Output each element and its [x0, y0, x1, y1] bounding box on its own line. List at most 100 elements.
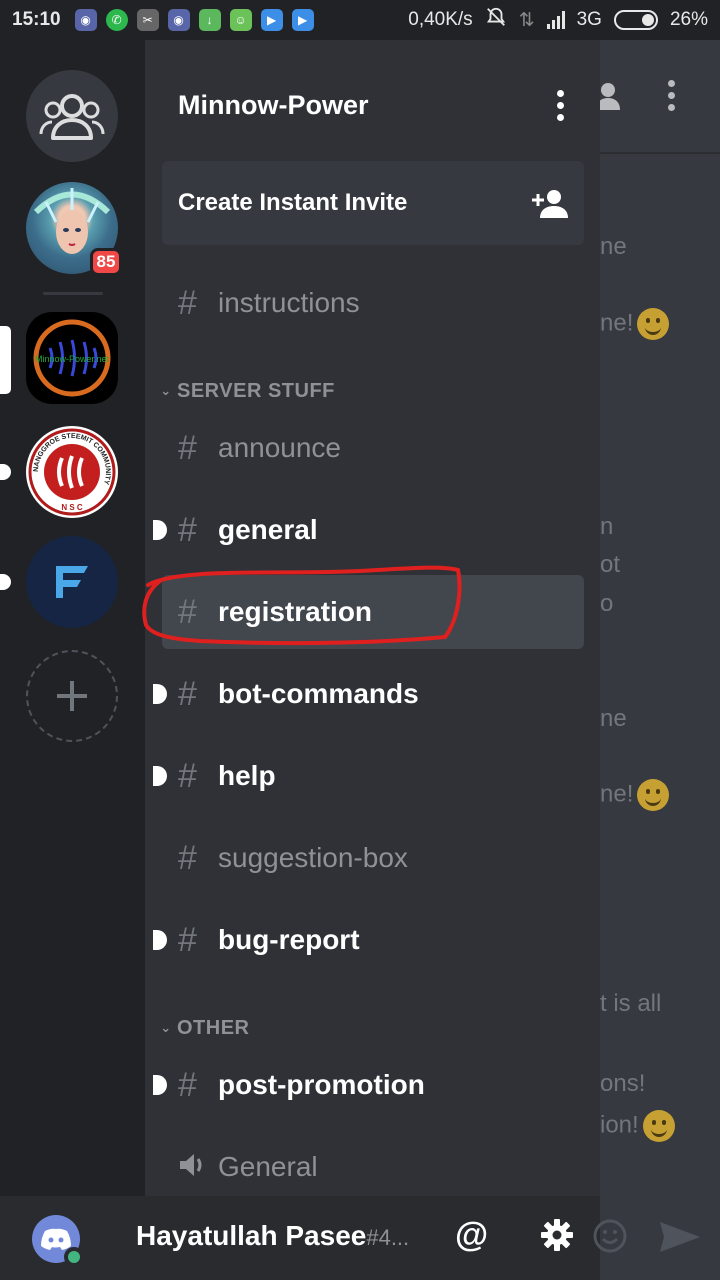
server-list: 85 Minnow-Power.net NANGGROE STEEMIT COM… — [0, 40, 145, 1196]
channel-name: General — [218, 1151, 318, 1182]
user-discriminator: #4... — [366, 1225, 410, 1250]
channel-help[interactable]: # help — [153, 739, 584, 813]
speaker-icon — [178, 1148, 218, 1187]
channel-name: registration — [218, 596, 373, 627]
status-time: 15:10 — [12, 9, 61, 30]
whatsapp-notification-icon: ✆ — [105, 9, 128, 31]
unread-indicator — [153, 520, 167, 540]
direct-messages-button[interactable] — [26, 70, 118, 162]
user-panel: Hayatullah Pasee#4... @ — [0, 1196, 720, 1280]
chat-header — [600, 40, 720, 154]
server-divider — [43, 292, 103, 295]
settings-button[interactable] — [540, 1218, 574, 1257]
unread-indicator — [153, 684, 167, 704]
channel-name: suggestion-box — [218, 842, 408, 873]
bell-muted-icon — [485, 6, 507, 34]
category-label: OTHER — [177, 1016, 250, 1039]
chat-fragment: ne! — [600, 308, 670, 340]
chevron-down-icon: ⌄ — [160, 383, 172, 398]
channel-name: general — [218, 514, 318, 545]
chat-fragment: ne — [600, 705, 627, 732]
minnow-power-logo: Minnow-Power.net — [33, 319, 111, 397]
voice-channel-general[interactable]: General — [162, 1130, 584, 1196]
network-type: 3G — [576, 9, 602, 30]
channel-bug-report[interactable]: # bug-report — [153, 903, 584, 977]
gear-icon — [541, 1219, 573, 1251]
channel-name: instructions — [218, 287, 360, 318]
battery-icon — [613, 10, 658, 30]
svg-text:N S C: N S C — [61, 503, 83, 512]
chevron-down-icon: ⌄ — [160, 1020, 172, 1035]
unread-indicator — [153, 930, 167, 950]
create-invite-button[interactable]: Create Instant Invite — [162, 161, 584, 245]
android-notification-icon: ☺ — [229, 9, 252, 31]
chat-input-peek — [593, 1196, 720, 1280]
online-status-indicator — [64, 1247, 84, 1267]
unread-server-indicator — [0, 464, 11, 480]
chat-fragment: ion! — [600, 1110, 675, 1142]
server-menu-icon[interactable] — [550, 89, 570, 121]
server-icon-minnow-power[interactable]: Minnow-Power.net — [26, 312, 118, 404]
channel-name: bot-commands — [218, 678, 419, 709]
server-icon-nsc[interactable]: NANGGROE STEEMIT COMMUNITY N S C — [26, 426, 118, 518]
chat-peek: ne ne! n ot o ne ne! t is all ons! ion! — [600, 40, 720, 1196]
server-icon-f[interactable] — [26, 536, 118, 628]
signal-icon — [546, 11, 565, 29]
channel-general[interactable]: # general — [153, 493, 584, 567]
play-store-notification-icon: ▶ — [291, 9, 314, 31]
play-store-notification-icon: ▶ — [260, 9, 283, 31]
app-notification-icon: ✂ — [136, 9, 159, 31]
category-other[interactable]: ⌄ OTHER — [155, 1013, 250, 1043]
username[interactable]: Hayatullah Pasee#4... — [136, 1220, 409, 1252]
category-server-stuff[interactable]: ⌄ SERVER STUFF — [155, 376, 335, 406]
status-bar: 15:10 ◉ ✆ ✂ ◉ ↓ ☺ ▶ ▶ 0,40K/s ⇅ 3G 26% — [0, 0, 720, 40]
svg-text:Minnow-Power.net: Minnow-Power.net — [35, 354, 110, 364]
chat-fragment: o — [600, 590, 614, 617]
chat-fragment: t is all — [600, 990, 662, 1017]
channel-registration[interactable]: # registration — [162, 575, 584, 649]
channel-announce[interactable]: # announce — [162, 411, 584, 485]
channel-suggestion-box[interactable]: # suggestion-box — [162, 821, 584, 895]
create-invite-label: Create Instant Invite — [178, 189, 408, 216]
username-text: Hayatullah Pasee — [136, 1220, 367, 1251]
category-label: SERVER STUFF — [177, 379, 335, 402]
smile-emoji-icon — [637, 779, 670, 811]
hash-icon: # — [178, 756, 197, 795]
plus-icon — [57, 681, 87, 711]
mentions-button[interactable]: @ — [455, 1216, 488, 1255]
members-icon[interactable] — [600, 80, 628, 112]
unread-indicator — [153, 1075, 167, 1095]
add-server-button[interactable] — [26, 650, 118, 742]
server-header[interactable]: Minnow-Power — [178, 70, 570, 140]
unread-server-indicator — [0, 574, 11, 590]
discord-notification-icon: ◉ — [167, 9, 190, 31]
smile-emoji-icon — [642, 1110, 675, 1142]
chat-fragment: ons! — [600, 1070, 646, 1097]
unread-badge: 85 — [90, 248, 122, 276]
discord-notification-icon: ◉ — [74, 9, 97, 31]
channel-name: post-promotion — [218, 1069, 425, 1100]
hash-icon: # — [178, 838, 197, 877]
channel-bot-commands[interactable]: # bot-commands — [153, 657, 584, 731]
overflow-menu-icon[interactable] — [668, 80, 675, 111]
network-speed: 0,40K/s — [408, 9, 473, 30]
chat-fragment: ne — [600, 233, 627, 260]
add-person-icon — [532, 190, 568, 218]
hash-icon: # — [178, 428, 197, 467]
server-name: Minnow-Power — [178, 89, 369, 120]
send-icon[interactable] — [658, 1220, 702, 1254]
hash-icon: # — [178, 510, 197, 549]
hash-icon: # — [178, 674, 197, 713]
battery-percent: 26% — [669, 9, 708, 30]
chat-fragment: n — [600, 513, 614, 540]
channel-name: help — [218, 760, 276, 791]
f-logo-icon — [56, 566, 88, 598]
channel-post-promotion[interactable]: # post-promotion — [153, 1048, 584, 1122]
channel-instructions[interactable]: # instructions — [162, 266, 584, 340]
hash-icon: # — [178, 920, 197, 959]
download-notification-icon: ↓ — [198, 9, 221, 31]
channel-name: announce — [218, 432, 342, 463]
emoji-picker-icon[interactable] — [592, 1218, 628, 1254]
unread-indicator — [153, 766, 167, 786]
discord-logo-icon — [41, 1228, 71, 1250]
